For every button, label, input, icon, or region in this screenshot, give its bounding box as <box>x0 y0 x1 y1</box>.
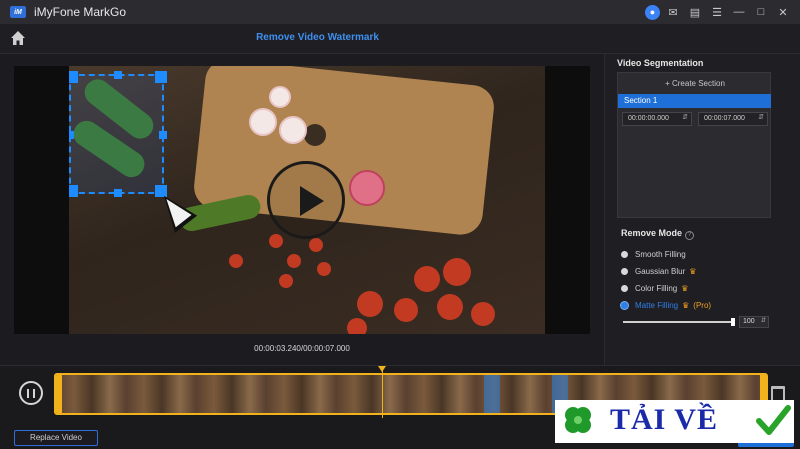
resize-handle[interactable] <box>114 71 122 79</box>
radish <box>349 170 385 206</box>
strength-slider[interactable] <box>623 318 735 326</box>
replace-video-button[interactable]: Replace Video <box>14 430 98 446</box>
time-display: 00:00:03.240/00:00:07.000 <box>254 344 350 353</box>
tomato <box>357 291 383 317</box>
trim-handle-left[interactable] <box>56 375 62 413</box>
segmentation-box: + Create Section Section 1 00:00:00.000 … <box>617 72 771 218</box>
download-banner[interactable]: TẢI VỀ <box>555 400 794 443</box>
play-icon[interactable] <box>267 161 345 239</box>
create-section-button[interactable]: + Create Section <box>618 79 772 88</box>
checkmark-icon <box>756 405 791 435</box>
window-controls: ● ✉ ▤ ☰ — □ ✕ <box>645 3 792 21</box>
mode-label: Gaussian Blur <box>635 267 686 276</box>
resize-handle[interactable] <box>69 71 78 83</box>
strength-input[interactable]: 100 ⇵ <box>739 316 769 328</box>
stepper-icon[interactable]: ⇵ <box>761 317 766 324</box>
pause-button[interactable] <box>19 381 43 405</box>
tomato <box>471 302 495 326</box>
end-time-value: 00:00:07.000 <box>704 115 745 122</box>
radish-slice <box>269 86 291 108</box>
mode-label: Color Filling <box>635 284 678 293</box>
playhead[interactable] <box>378 366 386 418</box>
close-icon[interactable]: ✕ <box>774 3 792 21</box>
crown-icon: ♛ <box>682 301 690 310</box>
sub-header: Remove Video Watermark <box>0 24 800 54</box>
menu-icon[interactable]: ☰ <box>708 3 726 21</box>
tomato <box>437 294 463 320</box>
resize-handle[interactable] <box>159 131 167 139</box>
board-hole <box>304 124 326 146</box>
radish-slice <box>249 108 277 136</box>
mode-label: Matte Filling <box>635 301 679 310</box>
remove-mode-title: Remove Mode? <box>621 228 695 240</box>
start-time-value: 00:00:00.000 <box>628 115 669 122</box>
tomato <box>414 266 440 292</box>
slider-knob[interactable] <box>731 318 735 326</box>
user-icon[interactable]: ● <box>645 4 660 20</box>
mode-option-matte[interactable]: Matte Filling ♛ (Pro) <box>621 301 711 310</box>
tomato <box>229 254 243 268</box>
mode-label: Smooth Filling <box>635 250 686 259</box>
mail-icon[interactable]: ✉ <box>664 3 682 21</box>
tomato <box>394 298 418 322</box>
app-title: iMyFone MarkGo <box>34 5 127 19</box>
mode-option-gaussian[interactable]: Gaussian Blur ♛ <box>621 267 696 276</box>
remove-mode-label: Remove Mode <box>621 228 683 238</box>
crown-icon: ♛ <box>681 284 689 293</box>
banner-text: TẢI VỀ <box>610 403 718 436</box>
minimize-icon[interactable]: — <box>730 3 748 21</box>
video-preview[interactable] <box>14 66 590 334</box>
strength-value: 100 <box>743 318 755 325</box>
app-logo: iM <box>10 6 26 18</box>
video-frame[interactable] <box>69 66 545 334</box>
maximize-icon[interactable]: □ <box>752 3 770 21</box>
settings-panel: Video Segmentation + Create Section Sect… <box>604 54 800 365</box>
mode-option-smooth[interactable]: Smooth Filling <box>621 250 686 259</box>
resize-handle[interactable] <box>114 189 122 197</box>
radish-slice <box>279 116 307 144</box>
clover-icon <box>565 407 591 433</box>
tomato <box>279 274 293 288</box>
stepper-icon[interactable]: ⇵ <box>682 113 688 121</box>
title-bar: iM iMyFone MarkGo ● ✉ ▤ ☰ — □ ✕ <box>0 0 800 24</box>
help-icon[interactable]: ? <box>685 231 695 240</box>
stepper-icon[interactable]: ⇵ <box>758 113 764 121</box>
radio-button[interactable] <box>621 268 628 275</box>
watermark-selection-box[interactable] <box>69 71 167 197</box>
radio-button-selected[interactable] <box>621 302 628 309</box>
radio-button[interactable] <box>621 251 628 258</box>
tomato <box>309 238 323 252</box>
tomato <box>287 254 301 268</box>
mode-option-color[interactable]: Color Filling ♛ <box>621 284 688 293</box>
section-item[interactable]: Section 1 <box>618 94 771 108</box>
resize-handle[interactable] <box>69 131 74 139</box>
watermark-segment <box>484 375 500 413</box>
resize-handle[interactable] <box>69 185 78 197</box>
resize-handle[interactable] <box>155 71 167 83</box>
page-title: Remove Video Watermark <box>256 32 379 43</box>
segmentation-title: Video Segmentation <box>617 58 704 68</box>
radio-button[interactable] <box>621 285 628 292</box>
tomato <box>317 262 331 276</box>
pro-label: (Pro) <box>693 301 712 310</box>
crown-icon: ♛ <box>689 267 697 276</box>
tomato <box>443 258 471 286</box>
end-time-field[interactable]: 00:00:07.000 ⇵ <box>698 112 768 126</box>
feedback-icon[interactable]: ▤ <box>686 3 704 21</box>
start-time-field[interactable]: 00:00:00.000 ⇵ <box>622 112 692 126</box>
tomato <box>347 318 367 334</box>
tomato <box>269 234 283 248</box>
